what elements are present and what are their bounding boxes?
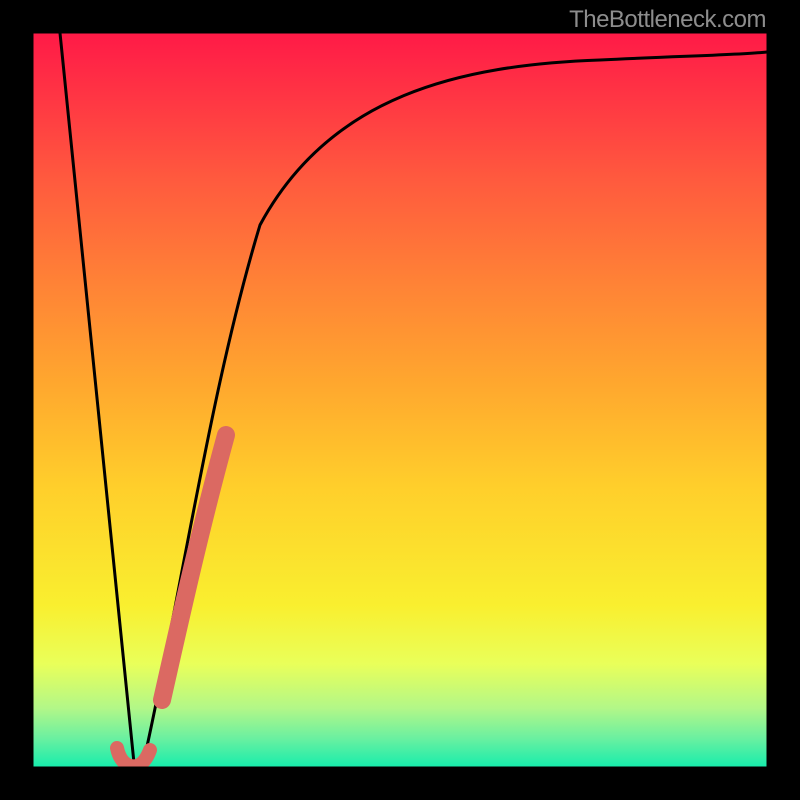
chart-svg bbox=[0, 0, 800, 800]
attribution-text: TheBottleneck.com bbox=[569, 6, 766, 34]
plot-border bbox=[0, 0, 800, 800]
plot-border-inner bbox=[33, 33, 767, 767]
highlighted-range-overlay bbox=[162, 435, 226, 700]
chart-frame: TheBottleneck.com bbox=[0, 0, 800, 800]
